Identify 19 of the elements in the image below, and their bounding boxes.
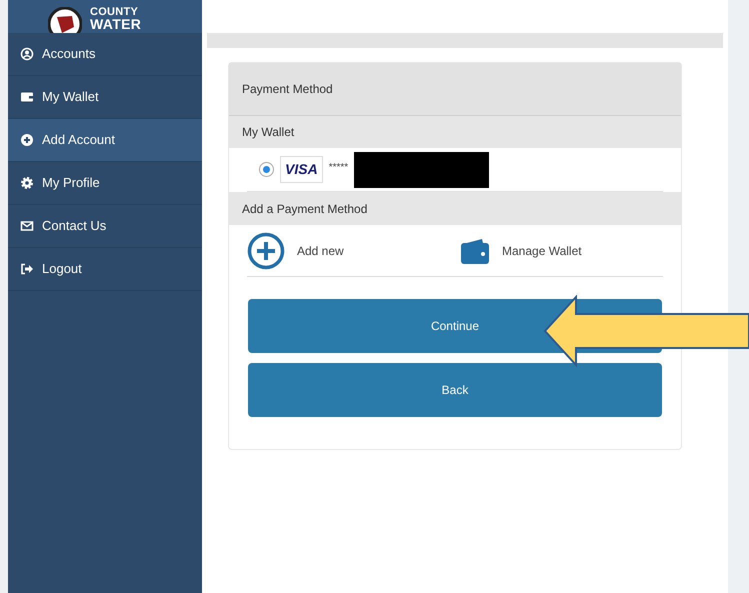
logout-icon <box>20 262 34 276</box>
card-title: Payment Method <box>229 63 681 116</box>
section-heading: My Wallet <box>229 116 681 148</box>
envelope-icon <box>20 219 34 233</box>
card-brand-logo: VISA <box>280 156 323 183</box>
payment-action-link[interactable]: Add new <box>247 232 460 270</box>
sidebar-item[interactable]: Add Account <box>8 119 202 162</box>
plus-icon <box>20 133 34 147</box>
plus-icon <box>247 232 285 270</box>
user-icon <box>20 47 34 61</box>
logo-text: COUNTY <box>90 6 140 18</box>
action-button[interactable]: Back <box>248 363 662 417</box>
wallet-icon <box>20 90 34 104</box>
radio-button[interactable] <box>259 162 274 177</box>
payment-action-link[interactable]: Manage Wallet <box>460 236 582 266</box>
section-heading: Add a Payment Method <box>229 192 681 225</box>
card-number: ***** <box>328 161 348 175</box>
gear-icon <box>20 176 34 190</box>
logo-text: WATER <box>90 18 142 30</box>
